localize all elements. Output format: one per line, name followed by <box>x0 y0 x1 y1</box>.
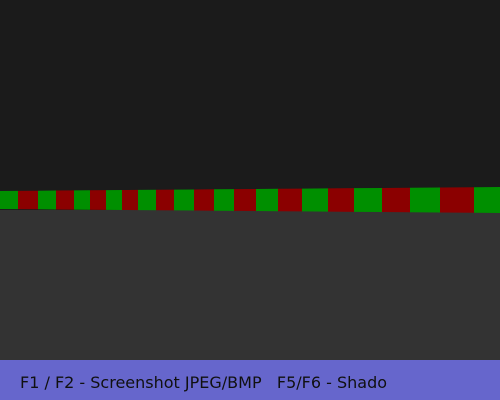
hud-help-text: F1 / F2 - Screenshot JPEG/BMP F5/F6 - Sh… <box>20 373 388 392</box>
sky-background <box>0 0 500 212</box>
game-viewport[interactable]: F1 / F2 - Screenshot JPEG/BMP F5/F6 - Sh… <box>0 0 500 400</box>
hud-bar: F1 / F2 - Screenshot JPEG/BMP F5/F6 - Sh… <box>0 360 500 400</box>
floor-plane <box>0 210 500 360</box>
